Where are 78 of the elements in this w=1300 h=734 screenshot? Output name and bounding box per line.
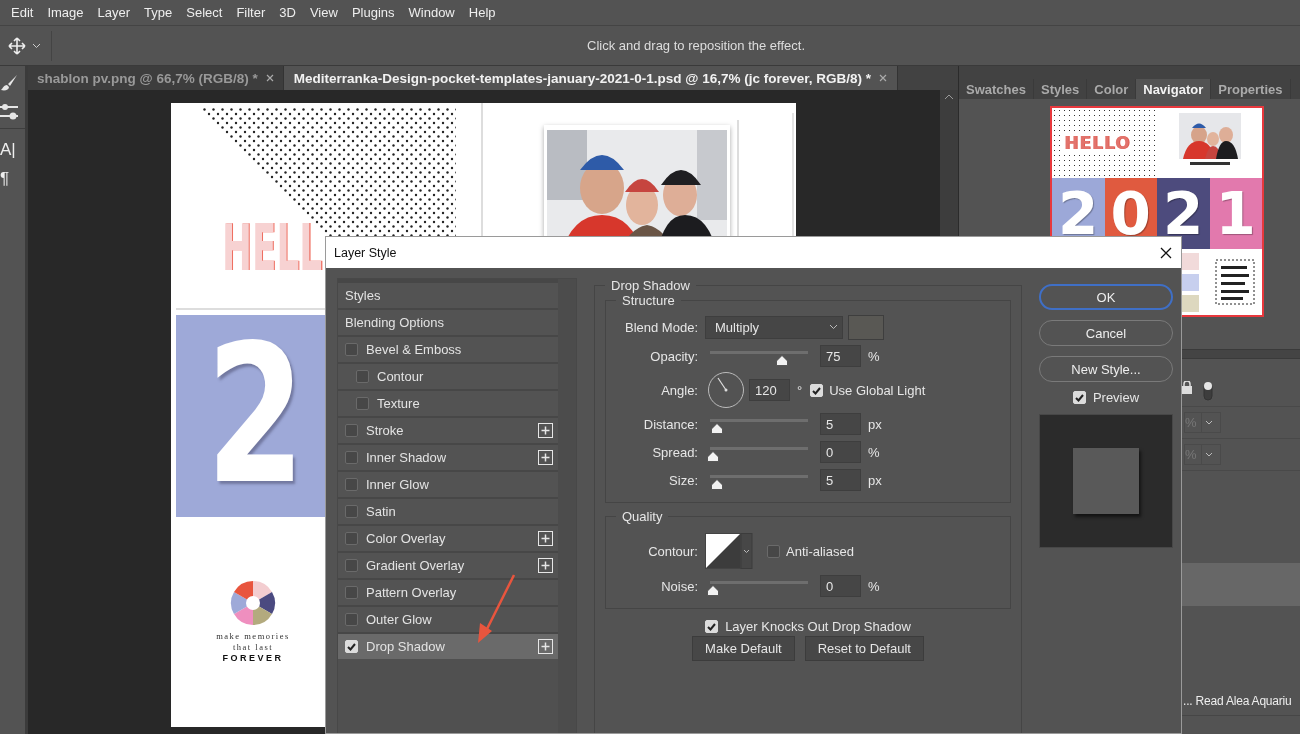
tagline-text: FOREVER bbox=[221, 653, 285, 663]
style-list-item[interactable]: Blending Options bbox=[338, 310, 558, 335]
dialog-button[interactable]: Cancel bbox=[1039, 320, 1173, 346]
digit-tile: 2 bbox=[1157, 178, 1210, 249]
panel-tab[interactable]: Navigator bbox=[1136, 79, 1212, 99]
field-label: Spread: bbox=[651, 444, 698, 460]
menu-item[interactable]: 3D bbox=[272, 5, 303, 20]
style-list-item[interactable]: Inner Glow bbox=[338, 472, 558, 497]
style-list-item[interactable]: Bevel & Emboss bbox=[338, 337, 558, 362]
tagline-text: make memories bbox=[215, 631, 291, 641]
style-list-item[interactable]: Color Overlay bbox=[338, 526, 558, 551]
unit-label: % bbox=[868, 348, 880, 364]
menu-item[interactable]: Plugins bbox=[344, 5, 402, 20]
number-field[interactable]: 5 bbox=[820, 413, 861, 435]
menu-item[interactable]: Select bbox=[179, 5, 230, 20]
style-list-item[interactable]: Inner Shadow bbox=[338, 445, 558, 470]
menu-item[interactable]: Window bbox=[401, 5, 462, 20]
checkbox-label[interactable]: Anti-aliased bbox=[786, 543, 854, 559]
field-label: Noise: bbox=[660, 578, 698, 594]
navigator-preview[interactable]: HELLO 2 0 2 1 bbox=[1050, 106, 1264, 249]
style-list-item[interactable]: Texture bbox=[338, 391, 558, 416]
style-list-item[interactable]: Outer Glow bbox=[338, 607, 558, 632]
style-list-item[interactable]: Satin bbox=[338, 499, 558, 524]
number-field[interactable]: 120 bbox=[749, 379, 790, 401]
field-label: Contour: bbox=[647, 543, 698, 559]
menu-item[interactable]: Type bbox=[137, 5, 180, 20]
group-title: Quality bbox=[621, 509, 664, 524]
default-button[interactable]: Reset to Default bbox=[804, 636, 924, 661]
style-list-item[interactable]: Stroke bbox=[338, 418, 558, 443]
menu-item[interactable]: View bbox=[302, 5, 345, 20]
panel-tab[interactable]: Styles bbox=[1034, 79, 1088, 99]
checkbox-label[interactable]: Layer Knocks Out Drop Shadow bbox=[725, 619, 911, 634]
style-list-item[interactable]: Drop Shadow bbox=[338, 634, 558, 659]
tool-icon[interactable]: A| bbox=[0, 139, 16, 160]
field-label: Opacity: bbox=[649, 348, 698, 364]
dialog-button[interactable]: New Style... bbox=[1039, 356, 1173, 382]
number-field[interactable]: 0 bbox=[820, 575, 861, 597]
menu-item[interactable]: Edit bbox=[4, 5, 41, 20]
document-tab[interactable]: shablon pv.png @ 66,7% (RGB/8) * bbox=[28, 66, 284, 90]
hello-title: HELLO bbox=[1064, 133, 1131, 153]
field-label: Size: bbox=[668, 472, 698, 488]
hint-text: Click and drag to reposition the effect. bbox=[586, 38, 806, 53]
hello-title: HELL bbox=[222, 213, 323, 284]
blend-mode-dropdown[interactable]: Multiply bbox=[705, 315, 843, 339]
tagline-text: that last bbox=[231, 642, 275, 652]
default-button[interactable]: Make Default bbox=[692, 636, 795, 661]
style-list-item[interactable]: Pattern Overlay bbox=[338, 580, 558, 605]
dialog-button[interactable]: OK bbox=[1039, 284, 1173, 310]
unit-label: % bbox=[868, 444, 880, 460]
big-digit: 2 bbox=[206, 335, 306, 497]
unit-label: ° bbox=[797, 382, 803, 398]
menu-item[interactable]: Layer bbox=[90, 5, 138, 20]
style-list-item[interactable]: Styles bbox=[338, 283, 558, 308]
style-list-item[interactable]: Contour bbox=[338, 364, 558, 389]
menu-item[interactable]: Filter bbox=[229, 5, 273, 20]
section-title: Drop Shadow bbox=[610, 278, 691, 293]
unit-label: px bbox=[868, 472, 882, 488]
tool-icon[interactable]: ¶ bbox=[0, 168, 10, 189]
panel-tab[interactable]: Swatches bbox=[959, 79, 1034, 99]
dialog-title: Layer Style bbox=[334, 245, 397, 260]
layer-name[interactable]: ... Read Alea Aquariu bbox=[1183, 694, 1292, 708]
field-label: Blend Mode: bbox=[624, 319, 698, 335]
number-field[interactable]: 5 bbox=[820, 469, 861, 491]
menu-item[interactable]: Image bbox=[40, 5, 91, 20]
field-label: Angle: bbox=[660, 382, 698, 398]
number-field[interactable]: 0 bbox=[820, 441, 861, 463]
menu-item[interactable]: Help bbox=[461, 5, 503, 20]
checkbox-label[interactable]: Preview bbox=[1092, 390, 1140, 405]
document-tab[interactable]: Mediterranka-Design-pocket-templates-january-2021-0-1.psd @ 16,7% (jc forever, RGB/8) * bbox=[283, 66, 899, 90]
unit-label: % bbox=[868, 578, 880, 594]
digit-tile: 1 bbox=[1209, 178, 1262, 249]
field-label: Distance: bbox=[642, 416, 698, 432]
group-title: Structure bbox=[621, 293, 676, 308]
checkbox-label[interactable]: Use Global Light bbox=[829, 382, 926, 398]
unit-label: px bbox=[868, 416, 882, 432]
style-list-item[interactable]: Gradient Overlay bbox=[338, 553, 558, 578]
number-field[interactable]: 75 bbox=[820, 345, 861, 367]
panel-tab[interactable]: Properties bbox=[1211, 79, 1291, 99]
